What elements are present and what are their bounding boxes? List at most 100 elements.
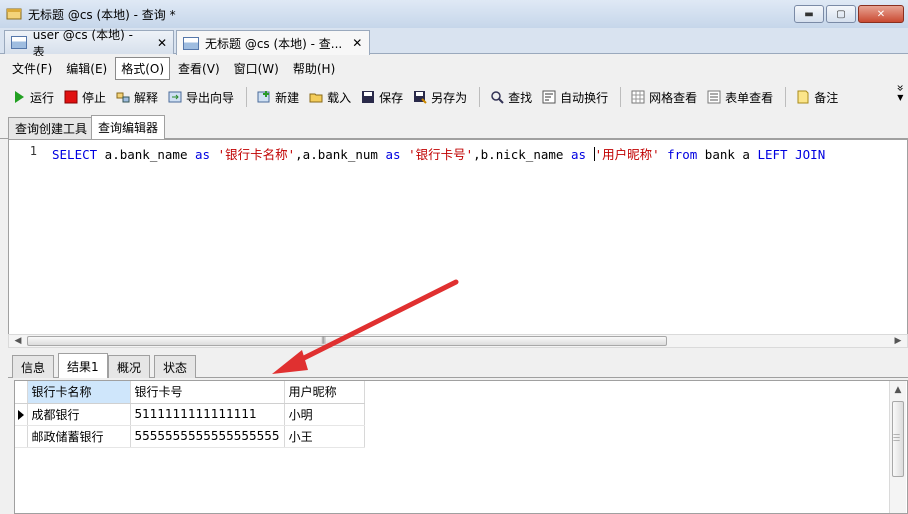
window-controls: ▬ ▢ ✕ [794,5,904,23]
sql-token-str: '银行卡号' [408,147,474,162]
sql-token-kw: JOIN [795,147,826,162]
form-view-label: 表单查看 [725,90,774,105]
scroll-left-icon[interactable]: ◀ [11,335,25,347]
toolbar-overflow-glyph: » [893,84,908,92]
cell-bank-name[interactable]: 邮政储蓄银行 [27,425,131,448]
menu-format[interactable]: 格式(O) [115,56,171,80]
sql-token-kw: as [570,147,587,162]
find-button[interactable]: 查找 [486,85,536,109]
explain-icon [116,92,130,103]
form-icon [707,90,721,104]
tab-query-editor[interactable]: 查询编辑器 [91,115,166,139]
cell-nick-name[interactable]: 小明 [284,403,365,426]
sql-editor[interactable]: 1 SELECT a.bank_name as '银行卡名称',a.bank_n… [8,139,908,335]
table-row[interactable]: 成都银行 5111111111111111 小明 [15,403,365,426]
menu-window[interactable]: 窗口(W) [228,57,285,80]
tab-close-icon[interactable]: ✕ [352,36,362,50]
window-title: 无标题 @cs (本地) - 查询 * [28,7,176,22]
run-button[interactable]: 运行 [8,85,58,109]
line-gutter: 1 [9,140,41,334]
minimize-button[interactable]: ▬ [794,5,824,23]
database-app-icon [6,8,22,20]
toolbar-overflow-icon[interactable]: » ▼ [893,83,908,103]
query-icon [183,36,199,50]
save-as-label: 另存为 [431,90,468,105]
maximize-button[interactable]: ▢ [826,5,856,23]
current-row-arrow-icon [18,409,24,420]
column-header-bank-name[interactable]: 银行卡名称 [27,381,131,404]
menu-bar: 文件(F) 编辑(E) 格式(O) 查看(V) 窗口(W) 帮助(H) [0,56,908,80]
scroll-thumb[interactable] [27,336,667,346]
scroll-grip-icon: ||| [321,336,326,344]
menu-edit[interactable]: 编辑(E) [60,57,113,80]
menu-view[interactable]: 查看(V) [172,57,226,80]
result-grid: 银行卡名称 银行卡号 用户昵称 成都银行 5111111111111111 小明… [14,380,908,514]
table-icon [11,36,27,49]
play-icon [15,91,24,103]
cell-bank-num[interactable]: 5555555555555555555 [130,425,285,448]
editor-tab-bar: 查询创建工具 查询编辑器 [0,113,908,139]
scroll-right-icon[interactable]: ▶ [891,335,905,347]
word-wrap-label: 自动换行 [560,90,609,105]
close-button[interactable]: ✕ [858,5,904,23]
sql-token-kw: LEFT [757,147,788,162]
grid-icon [631,90,645,104]
save-button[interactable]: 保存 [357,85,407,109]
sql-token-kw: SELECT [52,147,98,162]
grid-view-button[interactable]: 网格查看 [627,85,701,109]
table-row[interactable]: 邮政储蓄银行 5555555555555555555 小王 [15,425,365,448]
word-wrap-button[interactable]: 自动换行 [538,85,612,109]
sql-token-kw: as [385,147,401,162]
find-label: 查找 [508,90,533,105]
sql-token-plain [401,147,409,162]
folder-icon [309,93,323,103]
run-label: 运行 [30,90,55,105]
form-view-button[interactable]: 表单查看 [703,85,777,109]
new-label: 新建 [275,90,300,105]
load-button[interactable]: 载入 [305,85,355,109]
tab-result-1[interactable]: 结果1 [58,353,108,378]
table-header-row: 银行卡名称 银行卡号 用户昵称 [15,381,365,404]
toolbar: 运行 停止 解释 导出向导 新建 载入 保存 另存为 查找 自动换行 网格查看 [0,83,908,111]
toolbar-separator [479,87,481,107]
save-icon [362,91,375,103]
sql-token-plain [586,147,594,162]
sql-code-line[interactable]: SELECT a.bank_name as '银行卡名称',a.bank_num… [52,144,825,163]
grid-vertical-scrollbar[interactable]: ▲ — — — [889,381,906,513]
export-wizard-button[interactable]: 导出向导 [164,85,238,109]
row-indicator-header [15,381,28,404]
new-button[interactable]: 新建 [253,85,303,109]
tab-status[interactable]: 状态 [154,355,197,378]
cell-bank-num[interactable]: 5111111111111111 [130,403,285,426]
cell-bank-name[interactable]: 成都银行 [27,403,131,426]
sql-token-str: '用户昵称' [594,147,660,162]
row-indicator [15,425,28,448]
sql-token-str: '银行卡名称' [217,147,296,162]
sql-token-plain [788,147,796,162]
doc-tab-query[interactable]: 无标题 @cs (本地) - 查... ✕ [176,30,370,55]
search-icon [491,91,504,104]
tab-close-icon[interactable]: ✕ [157,36,167,50]
doc-tab-label: user @cs (本地) - 表 [32,27,133,59]
result-table: 银行卡名称 银行卡号 用户昵称 成都银行 5111111111111111 小明… [15,381,365,448]
scroll-grip-icon: — — — [893,430,900,444]
menu-help[interactable]: 帮助(H) [287,57,341,80]
export-icon [168,91,182,103]
chevron-down-icon: ▼ [897,93,904,102]
scroll-up-icon[interactable]: ▲ [890,383,906,397]
explain-button[interactable]: 解释 [112,85,162,109]
cell-nick-name[interactable]: 小王 [284,425,365,448]
tab-query-builder[interactable]: 查询创建工具 [8,117,95,139]
stop-button[interactable]: 停止 [60,85,110,109]
menu-file[interactable]: 文件(F) [6,57,58,80]
column-header-bank-num[interactable]: 银行卡号 [130,381,285,404]
tab-info[interactable]: 信息 [12,355,55,378]
word-wrap-icon [542,90,556,104]
memo-button[interactable]: 备注 [792,85,842,109]
save-as-button[interactable]: 另存为 [409,85,471,109]
doc-tab-user-table[interactable]: user @cs (本地) - 表 ✕ [4,28,174,59]
column-header-nick-name[interactable]: 用户昵称 [284,381,365,404]
editor-horizontal-scrollbar[interactable]: ◀ ||| ▶ [8,334,908,348]
grid-view-label: 网格查看 [649,90,698,105]
tab-overview[interactable]: 概况 [108,355,151,378]
